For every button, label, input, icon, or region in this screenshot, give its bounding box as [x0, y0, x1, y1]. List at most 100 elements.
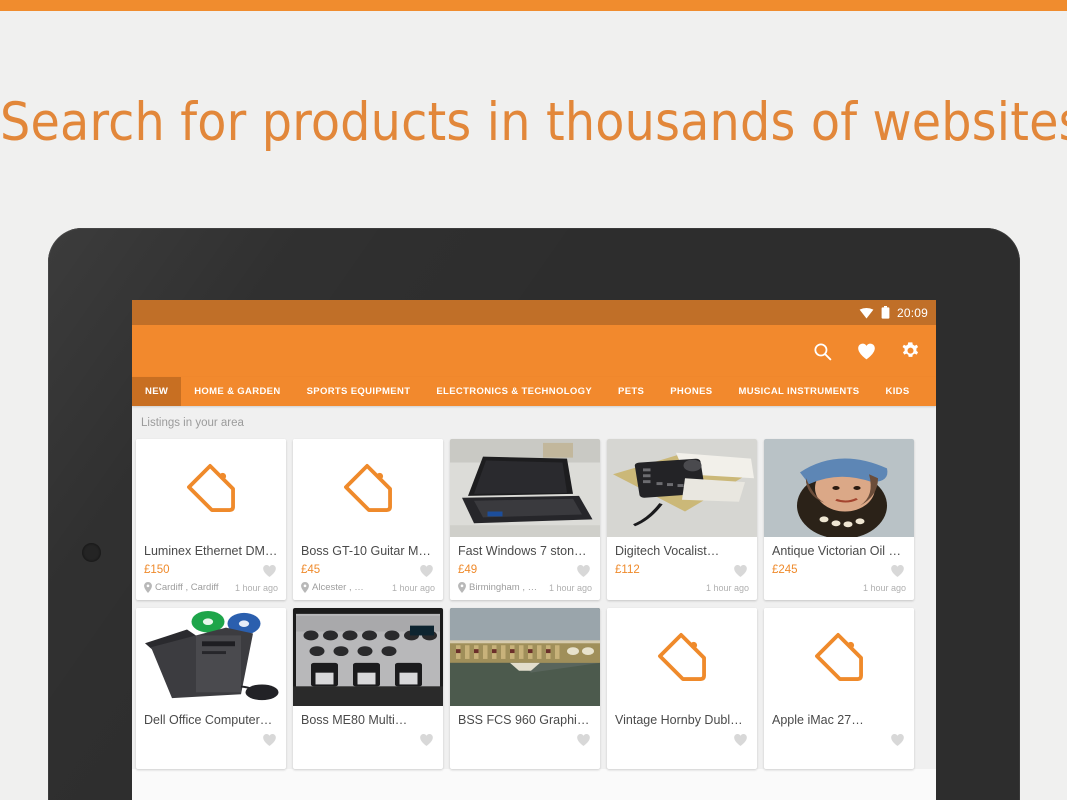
- listing-thumbnail: [450, 608, 600, 706]
- section-label: Listings in your area: [141, 416, 244, 429]
- heart-icon[interactable]: [732, 732, 749, 748]
- listing-footer: [615, 750, 749, 763]
- wifi-icon: [859, 307, 874, 318]
- tag-placeholder-icon: [187, 464, 235, 512]
- photo-graphic-equaliser: [450, 608, 600, 706]
- listing-footer: 1 hour ago: [615, 581, 749, 594]
- location-pin-icon: [458, 582, 466, 593]
- gear-icon[interactable]: [900, 341, 921, 362]
- tab-home-garden[interactable]: HOME & GARDEN: [181, 377, 293, 406]
- tag-placeholder-icon: [658, 633, 706, 681]
- tab-label: KIDS: [885, 386, 910, 397]
- listing-footer: [301, 750, 435, 763]
- tablet-device-frame: 20:09 NEW HOME & GARDEN SPORTS EQUIPMENT EL…: [48, 228, 1020, 800]
- tab-label: HOME & GARDEN: [194, 386, 281, 397]
- tab-label: PETS: [618, 386, 645, 397]
- listing-card[interactable]: Apple iMac 27…: [764, 608, 914, 769]
- listing-card[interactable]: Vintage Hornby Dublo…: [607, 608, 757, 769]
- listing-body: Apple iMac 27…: [764, 706, 914, 769]
- battery-icon: [881, 306, 890, 319]
- listing-meta: [144, 733, 278, 748]
- listing-timestamp: 1 hour ago: [862, 582, 906, 593]
- location-pin-icon: [301, 582, 309, 593]
- listing-title: Boss ME80 Multi…: [301, 713, 408, 727]
- listing-meta: £112: [615, 564, 749, 579]
- listing-footer: [772, 750, 906, 763]
- android-status-bar: 20:09: [132, 300, 936, 325]
- section-header: Listings in your area: [132, 406, 936, 439]
- heart-icon[interactable]: [261, 563, 278, 579]
- listing-thumbnail: [764, 608, 914, 706]
- listing-meta: [458, 733, 592, 748]
- listing-footer: Cardiff , Cardiff 1 hour ago: [144, 581, 278, 594]
- tab-label: ELECTRONICS & TECHNOLOGY: [436, 386, 593, 397]
- listing-card[interactable]: Fast Windows 7 stone… £49 Birmingham , … 1 …: [450, 439, 600, 600]
- listing-card[interactable]: Digitech Vocalist… £112 1 hour ago: [607, 439, 757, 600]
- tab-kids[interactable]: KIDS: [872, 377, 922, 406]
- listing-thumbnail: [764, 439, 914, 537]
- tab-phones[interactable]: PHONES: [657, 377, 725, 406]
- listing-price: £245: [772, 564, 798, 576]
- listing-title: Vintage Hornby Dublo…: [615, 713, 749, 727]
- category-tab-bar[interactable]: NEW HOME & GARDEN SPORTS EQUIPMENT ELECTRON…: [132, 377, 936, 406]
- tag-placeholder-icon: [815, 633, 863, 681]
- heart-icon[interactable]: [889, 732, 906, 748]
- photo-desktop-pc: [136, 608, 286, 706]
- listing-thumbnail: [450, 439, 600, 537]
- tab-musical-instruments[interactable]: MUSICAL INSTRUMENTS: [725, 377, 872, 406]
- heart-icon[interactable]: [575, 732, 592, 748]
- heart-icon[interactable]: [261, 732, 278, 748]
- location-pin-icon: [144, 582, 152, 593]
- top-accent-strip: [0, 0, 1067, 11]
- listing-card[interactable]: Dell Office Computer…: [136, 608, 286, 769]
- listing-price: £49: [458, 564, 478, 576]
- listing-title: Dell Office Computer…: [144, 713, 273, 727]
- listing-footer: Alcester , … 1 hour ago: [301, 581, 435, 594]
- app-toolbar: [132, 325, 936, 377]
- heart-icon[interactable]: [889, 563, 906, 579]
- listing-location: Alcester , …: [301, 582, 364, 593]
- listing-body: Dell Office Computer…: [136, 706, 286, 769]
- listing-card[interactable]: BSS FCS 960 Graphic…: [450, 608, 600, 769]
- listing-timestamp: 1 hour ago: [391, 582, 435, 593]
- tab-electronics-technology[interactable]: ELECTRONICS & TECHNOLOGY: [423, 377, 605, 406]
- listing-thumbnail: [136, 608, 286, 706]
- listing-body: Vintage Hornby Dublo…: [607, 706, 757, 769]
- listing-meta: [301, 733, 435, 748]
- listing-title: Luminex Ethernet DMX…: [144, 544, 278, 558]
- listing-location-text: Alcester , …: [312, 582, 364, 593]
- tab-label: SPORTS EQUIPMENT: [306, 386, 411, 397]
- listing-thumbnail: [136, 439, 286, 537]
- listing-card[interactable]: Luminex Ethernet DMX… £150 Cardiff , Cardi…: [136, 439, 286, 600]
- heart-icon[interactable]: [418, 732, 435, 748]
- listing-meta: [615, 733, 749, 748]
- listing-location: Cardiff , Cardiff: [144, 582, 219, 593]
- heart-icon[interactable]: [575, 563, 592, 579]
- listing-footer: 1 hour ago: [772, 581, 906, 594]
- heart-icon[interactable]: [418, 563, 435, 579]
- listing-body: Digitech Vocalist… £112 1 hour ago: [607, 537, 757, 600]
- tab-sports-equipment[interactable]: SPORTS EQUIPMENT: [294, 377, 424, 406]
- listing-footer: Birmingham , … 1 hour ago: [458, 581, 592, 594]
- listing-card[interactable]: Antique Victorian Oil o… £245 1 hour ago: [764, 439, 914, 600]
- listing-timestamp: 1 hour ago: [705, 582, 749, 593]
- tab-pets[interactable]: PETS: [605, 377, 657, 406]
- listing-meta: £49: [458, 564, 592, 579]
- listing-card[interactable]: Boss GT-10 Guitar Mult… £45 Alcester , … 1 …: [293, 439, 443, 600]
- listing-timestamp: 1 hour ago: [548, 582, 592, 593]
- listing-card[interactable]: Boss ME80 Multi…: [293, 608, 443, 769]
- listing-price: £45: [301, 564, 321, 576]
- photo-victorian-portrait: [764, 439, 914, 537]
- listing-thumbnail: [607, 439, 757, 537]
- tab-new[interactable]: NEW: [132, 377, 182, 406]
- search-icon[interactable]: [812, 341, 833, 362]
- heart-icon[interactable]: [732, 563, 749, 579]
- tab-photography[interactable]: PHOTOGRAPHY: [923, 377, 937, 406]
- listing-footer: [144, 750, 278, 763]
- heart-icon[interactable]: [856, 341, 877, 362]
- device-screen: 20:09 NEW HOME & GARDEN SPORTS EQUIPMENT EL…: [132, 300, 936, 800]
- listing-price: £150: [144, 564, 170, 576]
- tab-label: NEW: [145, 386, 169, 397]
- listing-price: £112: [615, 564, 640, 576]
- promo-page: Search for products in thousands of webs…: [0, 0, 1067, 800]
